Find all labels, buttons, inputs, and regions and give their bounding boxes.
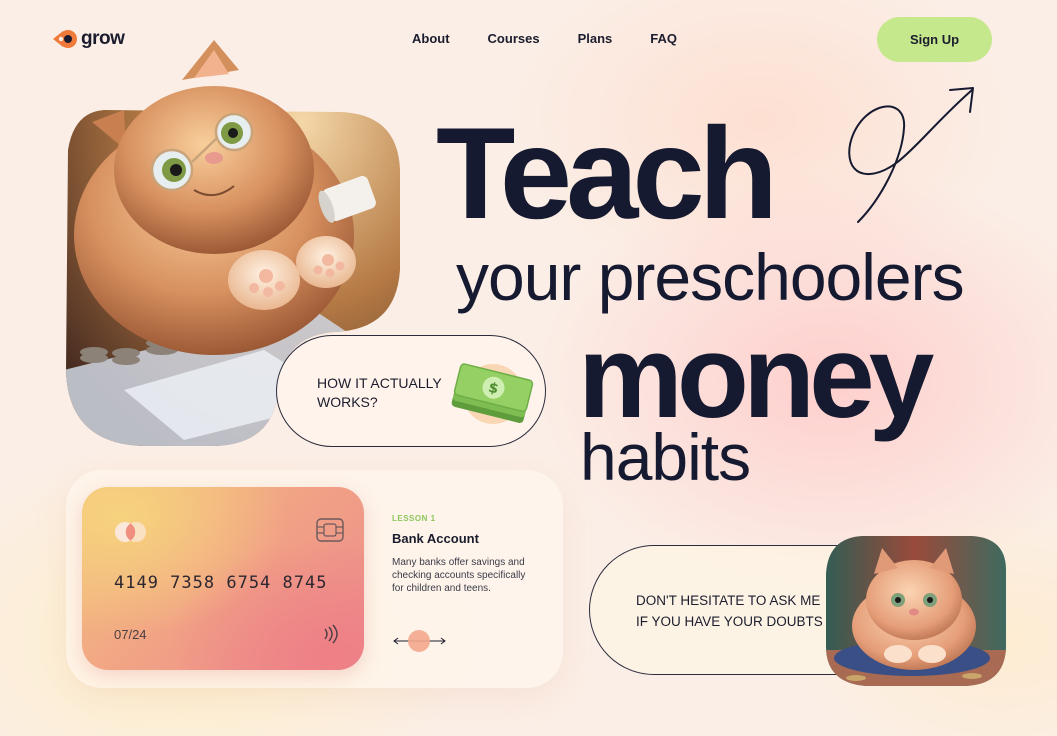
lesson-title: Bank Account — [392, 531, 479, 546]
money-stack-icon: $ — [451, 363, 534, 424]
nav-faq[interactable]: FAQ — [650, 31, 677, 46]
nav-plans[interactable]: Plans — [578, 31, 613, 46]
headline-money: money — [578, 311, 934, 443]
card-number: 4149 7358 6754 8745 — [114, 573, 328, 593]
small-cat-image — [826, 536, 1006, 686]
lesson-slider[interactable] — [392, 628, 447, 654]
main-nav: About Courses Plans FAQ — [412, 31, 677, 46]
card-expiry: 07/24 — [114, 627, 147, 642]
how-it-works-button[interactable]: HOW IT ACTUALLY WORKS? $ — [276, 335, 546, 447]
credit-card: 4149 7358 6754 8745 07/24 — [82, 487, 364, 670]
contactless-icon — [324, 624, 338, 644]
headline-preschoolers: your preschoolers — [456, 240, 965, 314]
lesson-description: Many banks offer savings and checking ac… — [392, 557, 526, 594]
lesson-number: LESSON 1 — [392, 514, 436, 523]
arrow-squiggle-icon — [848, 87, 974, 223]
how-it-works-label: HOW IT ACTUALLY WORKS? — [317, 375, 442, 410]
nav-courses[interactable]: Courses — [488, 31, 540, 46]
ask-me-label: DON'T HESITATE TO ASK ME IF YOU HAVE YOU… — [636, 593, 823, 629]
sign-up-button[interactable]: Sign Up — [877, 17, 992, 62]
nav-about[interactable]: About — [412, 31, 450, 46]
card-chip-icon — [316, 518, 344, 542]
headline-habits: habits — [580, 420, 751, 494]
headline-teach: Teach — [436, 100, 778, 246]
card-brand-icon — [115, 522, 146, 542]
